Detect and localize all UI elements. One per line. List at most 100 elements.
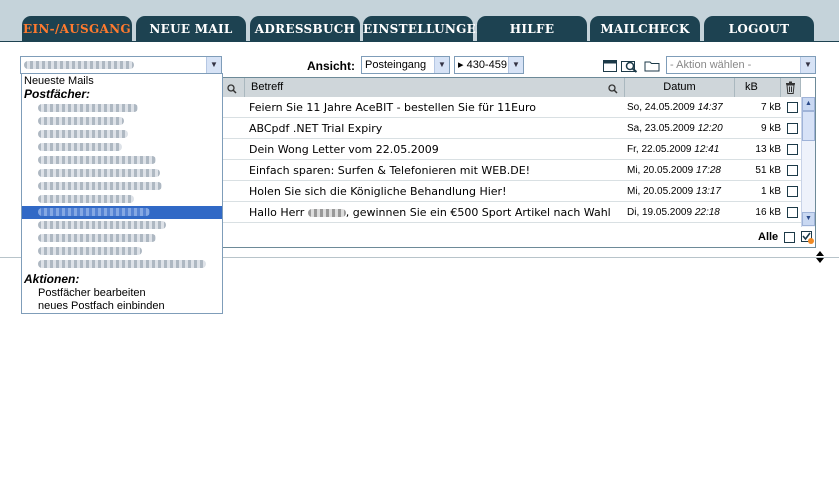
- mail-subject[interactable]: Feiern Sie 11 Jahre AceBIT - bestellen S…: [249, 97, 536, 118]
- action-select[interactable]: - Aktion wählen - ▼: [666, 56, 816, 74]
- dropdown-item-mailbox[interactable]: [22, 258, 222, 271]
- mail-date-day: Mi, 20.05.2009: [627, 186, 694, 197]
- dropdown-group-label: Aktionen:: [24, 272, 80, 286]
- mail-subject[interactable]: ABCpdf .NET Trial Expiry: [249, 118, 382, 139]
- col-header-date[interactable]: Datum: [625, 78, 735, 97]
- mail-subject-part: Hallo Herr: [249, 206, 305, 219]
- redacted-mailbox-name: [38, 195, 134, 204]
- folder-select-value: Posteingang: [365, 59, 427, 71]
- tab-logout[interactable]: Logout: [704, 16, 814, 42]
- mail-checkbox[interactable]: [787, 123, 798, 134]
- mail-checkbox[interactable]: [787, 165, 798, 176]
- mail-size: 13 kB: [755, 144, 781, 155]
- mail-checkbox[interactable]: [787, 186, 798, 197]
- action-select-placeholder: - Aktion wählen -: [670, 59, 752, 71]
- mail-list-scrollbar[interactable]: ▲ ▼: [801, 97, 815, 227]
- mailbox-dropdown-list: Neueste Mails Postfächer: Aktionen: Post…: [21, 73, 223, 314]
- chevron-down-icon[interactable]: ▼: [206, 57, 221, 73]
- dropdown-item-mailbox[interactable]: [22, 128, 222, 141]
- redacted-mailbox-name: [38, 234, 156, 243]
- mail-date: Mi, 20.05.2009 17:28: [627, 160, 721, 181]
- mail-subject[interactable]: Einfach sparen: Surfen & Telefonieren mi…: [249, 160, 530, 181]
- tab-hilfe[interactable]: Hilfe: [477, 16, 587, 42]
- select-all-checkbox[interactable]: [784, 232, 795, 243]
- tab-mailcheck[interactable]: Mailcheck: [590, 16, 700, 42]
- tab-ein-ausgang[interactable]: Ein-/Ausgang: [22, 16, 132, 42]
- mail-subject[interactable]: Holen Sie sich die Königliche Behandlung…: [249, 181, 507, 202]
- top-nav: Ein-/Ausgang Neue Mail Adressbuch Einste…: [0, 0, 839, 42]
- chevron-down-icon[interactable]: ▼: [800, 57, 815, 73]
- nav-divider: [0, 41, 839, 42]
- table-row[interactable]: Feiern Sie 11 Jahre AceBIT - bestellen S…: [223, 97, 801, 118]
- window-icon[interactable]: [603, 60, 617, 75]
- tab-adressbuch[interactable]: Adressbuch: [250, 16, 360, 42]
- redacted-mailbox-name: [38, 221, 166, 230]
- col-subject-label: Betreff: [251, 81, 284, 93]
- col-header-search[interactable]: [223, 78, 245, 97]
- redacted-mailbox-name: [38, 130, 128, 139]
- col-header-size[interactable]: kB: [735, 78, 781, 97]
- dropdown-item-mailbox[interactable]: [22, 245, 222, 258]
- mail-checkbox[interactable]: [787, 102, 798, 113]
- scroll-up-icon[interactable]: ▲: [802, 97, 815, 111]
- chevron-down-icon[interactable]: ▼: [434, 57, 449, 73]
- tab-einstellungen[interactable]: Einstellungen: [363, 16, 487, 42]
- chevron-down-icon[interactable]: ▼: [508, 57, 523, 73]
- range-select-value: ▸ 430-459: [458, 59, 507, 71]
- dropdown-item-add-mailbox[interactable]: neues Postfach einbinden: [22, 300, 222, 313]
- folder-select[interactable]: Posteingang ▼: [361, 56, 450, 74]
- tab-label: Einstellungen: [363, 22, 488, 36]
- redacted-mailbox-name: [38, 247, 142, 256]
- mail-date: Mi, 20.05.2009 13:17: [627, 181, 721, 202]
- table-row[interactable]: Holen Sie sich die Königliche Behandlung…: [223, 181, 801, 202]
- mailbox-select[interactable]: ▼: [20, 56, 222, 74]
- dropdown-group-postfaecher: Postfächer:: [22, 88, 222, 101]
- range-select[interactable]: ▸ 430-459 ▼: [454, 56, 524, 74]
- mail-checkbox[interactable]: [787, 144, 798, 155]
- redacted-name: [307, 209, 346, 217]
- redacted-mailbox-name: [38, 104, 138, 113]
- check-mark-icon[interactable]: [801, 231, 814, 247]
- table-row[interactable]: ABCpdf .NET Trial Expiry Sa, 23.05.2009 …: [223, 118, 801, 139]
- mail-date-day: Fr, 22.05.2009: [627, 144, 692, 155]
- mail-date-day: Mi, 20.05.2009: [627, 165, 694, 176]
- dropdown-group-label: Postfächer:: [24, 87, 91, 101]
- tab-label: Logout: [728, 22, 790, 36]
- dropdown-item-mailbox-selected[interactable]: [22, 206, 222, 219]
- mail-size: 51 kB: [755, 165, 781, 176]
- table-row[interactable]: Hallo Herr , gewinnen Sie ein €500 Sport…: [223, 202, 801, 223]
- mail-date-time: 12:20: [697, 123, 723, 134]
- mail-subject[interactable]: Dein Wong Letter vom 22.05.2009: [249, 139, 439, 160]
- folder-icon[interactable]: [644, 59, 660, 75]
- dropdown-item-mailbox[interactable]: [22, 167, 222, 180]
- col-header-subject[interactable]: Betreff: [245, 78, 625, 97]
- mail-subject[interactable]: Hallo Herr , gewinnen Sie ein €500 Sport…: [249, 202, 611, 223]
- dropdown-item-mailbox[interactable]: [22, 180, 222, 193]
- redacted-mailbox-name: [38, 117, 124, 126]
- dropdown-group-aktionen: Aktionen:: [22, 273, 222, 286]
- search-icon[interactable]: [621, 59, 638, 76]
- table-row[interactable]: Einfach sparen: Surfen & Telefonieren mi…: [223, 160, 801, 181]
- dropdown-item-mailbox[interactable]: [22, 115, 222, 128]
- table-row[interactable]: Dein Wong Letter vom 22.05.2009 Fr, 22.0…: [223, 139, 801, 160]
- dropdown-item-label: Postfächer bearbeiten: [38, 287, 146, 299]
- dropdown-item-mailbox[interactable]: [22, 141, 222, 154]
- sort-arrows-icon[interactable]: [815, 251, 825, 266]
- col-header-delete[interactable]: [781, 78, 801, 97]
- redacted-mailbox-name: [38, 260, 206, 269]
- mail-date-time: 13:17: [695, 186, 721, 197]
- tab-neue-mail[interactable]: Neue Mail: [136, 16, 246, 42]
- tab-label: Mailcheck: [600, 22, 690, 36]
- dropdown-item-mailbox[interactable]: [22, 193, 222, 206]
- scroll-down-icon[interactable]: ▼: [802, 212, 815, 226]
- mail-size: 7 kB: [760, 102, 781, 113]
- dropdown-item-edit-mailboxes[interactable]: Postfächer bearbeiten: [22, 287, 222, 300]
- mail-date: Di, 19.05.2009 22:18: [627, 202, 720, 223]
- scroll-thumb[interactable]: [802, 111, 815, 141]
- dropdown-item-mailbox[interactable]: [22, 154, 222, 167]
- dropdown-item-mailbox[interactable]: [22, 219, 222, 232]
- dropdown-item-mailbox[interactable]: [22, 102, 222, 115]
- mail-checkbox[interactable]: [787, 207, 798, 218]
- dropdown-item-mailbox[interactable]: [22, 232, 222, 245]
- mail-date: So, 24.05.2009 14:37: [627, 97, 723, 118]
